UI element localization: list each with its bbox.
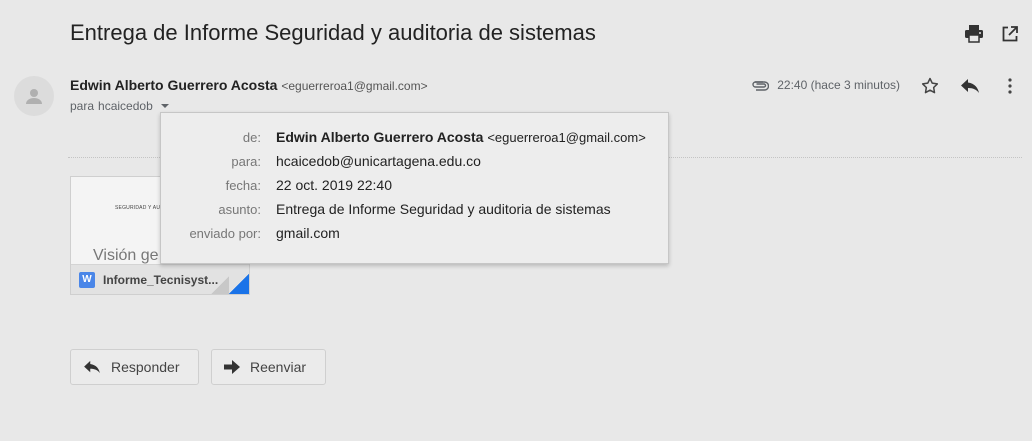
- reply-icon: [961, 79, 979, 93]
- show-details-button[interactable]: [157, 100, 173, 112]
- sender-line: Edwin Alberto Guerrero Acosta <eguerrero…: [70, 77, 428, 93]
- details-to-row: para: hcaicedob@unicartagena.edu.co: [161, 151, 668, 171]
- caret-down-icon: [160, 104, 169, 108]
- message-meta: 22:40 (hace 3 minutos): [751, 78, 900, 92]
- open-in-new-window-button[interactable]: [1000, 24, 1020, 44]
- word-document-icon: W: [79, 271, 95, 288]
- details-sent-by-value: gmail.com: [276, 225, 340, 241]
- sender-avatar[interactable]: [14, 76, 54, 116]
- sender-name[interactable]: Edwin Alberto Guerrero Acosta: [70, 77, 277, 93]
- printer-icon: [965, 25, 983, 43]
- details-from-value: Edwin Alberto Guerrero Acosta <eguerrero…: [276, 129, 646, 145]
- star-icon: [921, 77, 939, 94]
- sender-email: <eguerreroa1@gmail.com>: [281, 79, 428, 93]
- details-subject-row: asunto: Entrega de Informe Seguridad y a…: [161, 199, 668, 219]
- details-date-label: fecha:: [225, 177, 261, 193]
- person-icon: [26, 89, 42, 104]
- forward-icon: [224, 360, 240, 374]
- details-to-label: para:: [231, 153, 261, 169]
- details-from-email: <eguerreroa1@gmail.com>: [487, 130, 646, 145]
- message-details-popup: de: Edwin Alberto Guerrero Acosta <eguer…: [160, 112, 669, 264]
- attachment-filename: Informe_Tecnisyst...: [103, 272, 219, 287]
- recipient-line: para hcaicedob: [70, 99, 173, 113]
- details-to-value: hcaicedob@unicartagena.edu.co: [276, 153, 481, 169]
- message-time: 22:40 (hace 3 minutos): [777, 78, 900, 92]
- drive-corner-icon: [229, 274, 249, 294]
- details-date-row: fecha: 22 oct. 2019 22:40: [161, 175, 668, 195]
- print-button[interactable]: [964, 24, 984, 44]
- to-prefix: para: [70, 99, 95, 113]
- details-from-label: de:: [242, 129, 261, 145]
- details-from-name: Edwin Alberto Guerrero Acosta: [276, 129, 484, 145]
- details-date-value: 22 oct. 2019 22:40: [276, 177, 392, 193]
- paperclip-icon: [752, 81, 770, 91]
- star-button[interactable]: [918, 74, 942, 98]
- open-in-new-icon: [1002, 26, 1018, 42]
- email-subject: Entrega de Informe Seguridad y auditoria…: [70, 20, 596, 45]
- forward-action-button[interactable]: Reenviar: [211, 349, 326, 385]
- details-sent-by-row: enviado por: gmail.com: [161, 223, 668, 243]
- details-sent-by-label: enviado por:: [189, 225, 261, 241]
- reply-icon: [84, 360, 100, 374]
- forward-action-label: Reenviar: [250, 359, 307, 375]
- details-from-row: de: Edwin Alberto Guerrero Acosta <eguer…: [161, 127, 668, 147]
- attachment-fold: [211, 276, 229, 294]
- reply-button[interactable]: [958, 74, 982, 98]
- details-subject-value: Entrega de Informe Seguridad y auditoria…: [276, 201, 611, 217]
- more-options-button[interactable]: [998, 74, 1022, 98]
- details-subject-label: asunto:: [218, 201, 261, 217]
- more-vert-icon: [1008, 78, 1012, 94]
- reply-action-button[interactable]: Responder: [70, 349, 199, 385]
- attachment-preview-text: Visión ge: [93, 247, 159, 264]
- reply-action-label: Responder: [111, 359, 180, 375]
- to-recipient: hcaicedob: [98, 99, 153, 113]
